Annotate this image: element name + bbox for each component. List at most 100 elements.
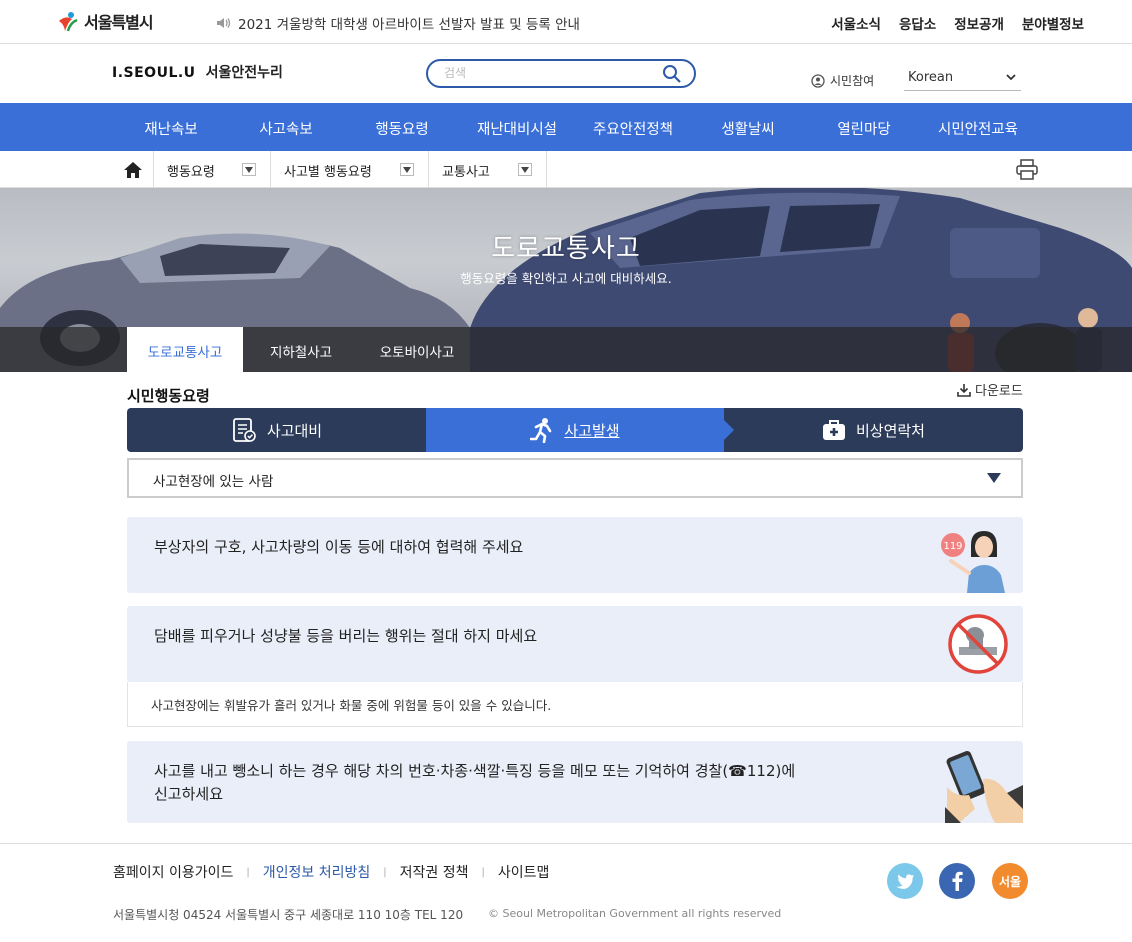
dropdown-toggle[interactable] xyxy=(400,163,414,176)
action-card-text: 부상자의 구호, 사고차량의 이동 등에 대하여 협력해 주세요 xyxy=(154,538,524,556)
phase-tab-emergency-contact[interactable]: 비상연락처 xyxy=(724,408,1023,452)
tab-subway[interactable]: 지하철사고 xyxy=(243,327,359,372)
action-card-text: 담배를 피우거나 성냥불 등을 버리는 행위는 절대 하지 마세요 xyxy=(154,627,538,645)
nav-disaster-news[interactable]: 재난속보 xyxy=(144,118,197,139)
footer-address: 서울특별시청 04524 서울특별시 중구 세종대로 110 10층 TEL 1… xyxy=(113,908,464,922)
hero-banner: 도로교통사고 행동요령을 확인하고 사고에 대비하세요. 도로교통사고 지하철사… xyxy=(0,188,1132,372)
seoul-symbol-icon xyxy=(59,12,78,32)
download-label: 다운로드 xyxy=(975,384,1023,399)
section-title: 시민행동요령 xyxy=(127,387,210,405)
breadcrumb: 행동요령 사고별 행동요령 교통사고 xyxy=(0,151,1132,188)
phase-tab-prepare[interactable]: 사고대비 xyxy=(127,408,426,452)
nav-safety-policy[interactable]: 주요안전정책 xyxy=(593,118,673,139)
notice-text[interactable]: 2021 겨울방학 대학생 아르바이트 선발자 발표 및 등록 안내 xyxy=(238,13,580,33)
site-header: I.SEOUL.U 서울안전누리 시민참여 Korean xyxy=(0,44,1132,103)
site-footer: 홈페이지 이용가이드 | 개인정보 처리방침 | 저작권 정책 | 사이트맵 서… xyxy=(0,843,1132,942)
situation-select[interactable]: 사고현장에 있는 사람 xyxy=(127,458,1023,498)
language-select[interactable]: Korean xyxy=(904,68,1021,91)
twitter-icon xyxy=(896,873,914,889)
person-icon xyxy=(811,73,825,88)
action-card: 담배를 피우거나 성냥불 등을 버리는 행위는 절대 하지 마세요 사고현장에는… xyxy=(127,606,1023,727)
checklist-icon xyxy=(232,418,256,442)
nav-weather[interactable]: 생활날씨 xyxy=(721,118,774,139)
chevron-down-icon xyxy=(1006,74,1016,81)
seoul-logo-text: 서울특별시 xyxy=(84,13,154,32)
divider: | xyxy=(481,866,485,878)
top-link-info[interactable]: 정보공개 xyxy=(954,13,1004,33)
search-icon[interactable] xyxy=(662,64,682,84)
notice-ticker[interactable]: 2021 겨울방학 대학생 아르바이트 선발자 발표 및 등록 안내 xyxy=(216,13,580,33)
first-aid-kit-icon xyxy=(822,420,845,440)
nav-accident-news[interactable]: 사고속보 xyxy=(259,118,312,139)
tab-road-traffic[interactable]: 도로교통사고 xyxy=(127,327,243,372)
facebook-button[interactable] xyxy=(939,863,975,899)
action-card-text-line: 사고를 내고 뺑소니 하는 경우 해당 차의 번호·차종·색깔·특징 등을 메모… xyxy=(154,762,796,780)
breadcrumb-item-traffic-accident[interactable]: 교통사고 xyxy=(429,151,547,188)
footer-link-privacy[interactable]: 개인정보 처리방침 xyxy=(263,862,371,882)
search-box xyxy=(426,59,696,88)
site-brand[interactable]: I.SEOUL.U 서울안전누리 xyxy=(112,62,283,82)
breadcrumb-label: 행동요령 xyxy=(167,165,215,180)
breadcrumb-label: 교통사고 xyxy=(442,165,490,180)
badge-119-text: 119 xyxy=(943,541,962,552)
facebook-icon xyxy=(952,871,963,891)
dropdown-toggle[interactable] xyxy=(242,163,256,176)
running-person-icon xyxy=(530,418,552,443)
home-icon xyxy=(123,161,142,178)
caret-down-icon xyxy=(245,166,253,173)
civic-participation-link[interactable]: 시민참여 xyxy=(811,72,874,89)
seoul-city-logo[interactable]: 서울특별시 xyxy=(56,8,154,34)
top-links: 서울소식 응답소 정보공개 분야별정보 xyxy=(831,13,1084,33)
phase-tab-label: 사고대비 xyxy=(266,421,323,440)
divider: | xyxy=(246,866,250,878)
top-link-response[interactable]: 응답소 xyxy=(899,13,936,33)
footer-link-sitemap[interactable]: 사이트맵 xyxy=(498,862,550,882)
phase-tab-label: 비상연락처 xyxy=(855,421,925,440)
footer-links: 홈페이지 이용가이드 | 개인정보 처리방침 | 저작권 정책 | 사이트맵 xyxy=(113,862,549,882)
home-button[interactable] xyxy=(112,151,154,188)
breadcrumb-label: 사고별 행동요령 xyxy=(284,165,372,180)
caret-down-icon xyxy=(403,166,411,173)
speaker-icon xyxy=(217,18,231,28)
dropdown-toggle[interactable] xyxy=(518,163,532,176)
nav-open-forum[interactable]: 열린마당 xyxy=(837,118,890,139)
phase-tab-label: 사고발생 xyxy=(564,421,620,440)
caret-down-icon xyxy=(521,166,529,173)
situation-select-value: 사고현장에 있는 사람 xyxy=(153,474,274,490)
no-smoking-icon xyxy=(948,614,1008,674)
action-card: 사고를 내고 뺑소니 하는 경우 해당 차의 번호·차종·색깔·특징 등을 메모… xyxy=(127,741,1023,823)
brand-english: I.SEOUL.U xyxy=(112,65,196,81)
action-card: 부상자의 구호, 사고차량의 이동 등에 대하여 협력해 주세요 119 xyxy=(127,517,1023,593)
nav-shelters[interactable]: 재난대비시설 xyxy=(477,118,557,139)
footer-link-guide[interactable]: 홈페이지 이용가이드 xyxy=(113,862,233,882)
action-card-text: 사고를 내고 뺑소니 하는 경우 해당 차의 번호·차종·색깔·특징 등을 메모… xyxy=(154,760,795,806)
phase-tab-occurrence[interactable]: 사고발생 xyxy=(426,408,734,452)
hands-holding-phone-illustration xyxy=(945,751,1023,823)
brand-korean: 서울안전누리 xyxy=(205,65,283,81)
download-icon xyxy=(957,383,971,397)
footer-link-copyright-policy[interactable]: 저작권 정책 xyxy=(400,862,469,882)
svg-text:서울: 서울 xyxy=(999,874,1021,889)
tab-motorcycle[interactable]: 오토바이사고 xyxy=(359,327,475,372)
action-card-detail: 사고현장에는 휘발유가 흘러 있거나 화물 중에 위험물 등이 있을 수 있습니… xyxy=(127,682,1023,727)
print-icon[interactable] xyxy=(1016,159,1038,180)
hero-title: 도로교통사고 xyxy=(491,234,641,264)
language-value: Korean xyxy=(908,70,954,85)
breadcrumb-item-action-guide[interactable]: 행동요령 xyxy=(154,151,271,188)
hero-subtitle: 행동요령을 확인하고 사고에 대비하세요. xyxy=(460,271,672,286)
top-link-field-info[interactable]: 분야별정보 xyxy=(1022,13,1084,33)
civic-label: 시민참여 xyxy=(830,74,875,88)
phase-tabs: 사고대비 사고발생 비상연락처 xyxy=(127,408,1023,452)
nav-safety-education[interactable]: 시민안전교육 xyxy=(938,118,1018,139)
seoul-logo-icon: 서울 xyxy=(999,874,1021,889)
download-button[interactable]: 다운로드 xyxy=(957,380,1023,399)
top-link-news[interactable]: 서울소식 xyxy=(831,13,881,33)
seoul-social-button[interactable]: 서울 xyxy=(992,863,1028,899)
breadcrumb-item-accident-guide[interactable]: 사고별 행동요령 xyxy=(271,151,429,188)
twitter-button[interactable] xyxy=(887,863,923,899)
search-input[interactable] xyxy=(444,63,654,83)
top-utility-bar: 서울특별시 2021 겨울방학 대학생 아르바이트 선발자 발표 및 등록 안내… xyxy=(0,0,1132,44)
woman-calling-119-illustration: 119 xyxy=(941,531,1005,593)
nav-action-guide[interactable]: 행동요령 xyxy=(375,118,428,139)
action-card-text-line: 신고하세요 xyxy=(154,785,224,803)
